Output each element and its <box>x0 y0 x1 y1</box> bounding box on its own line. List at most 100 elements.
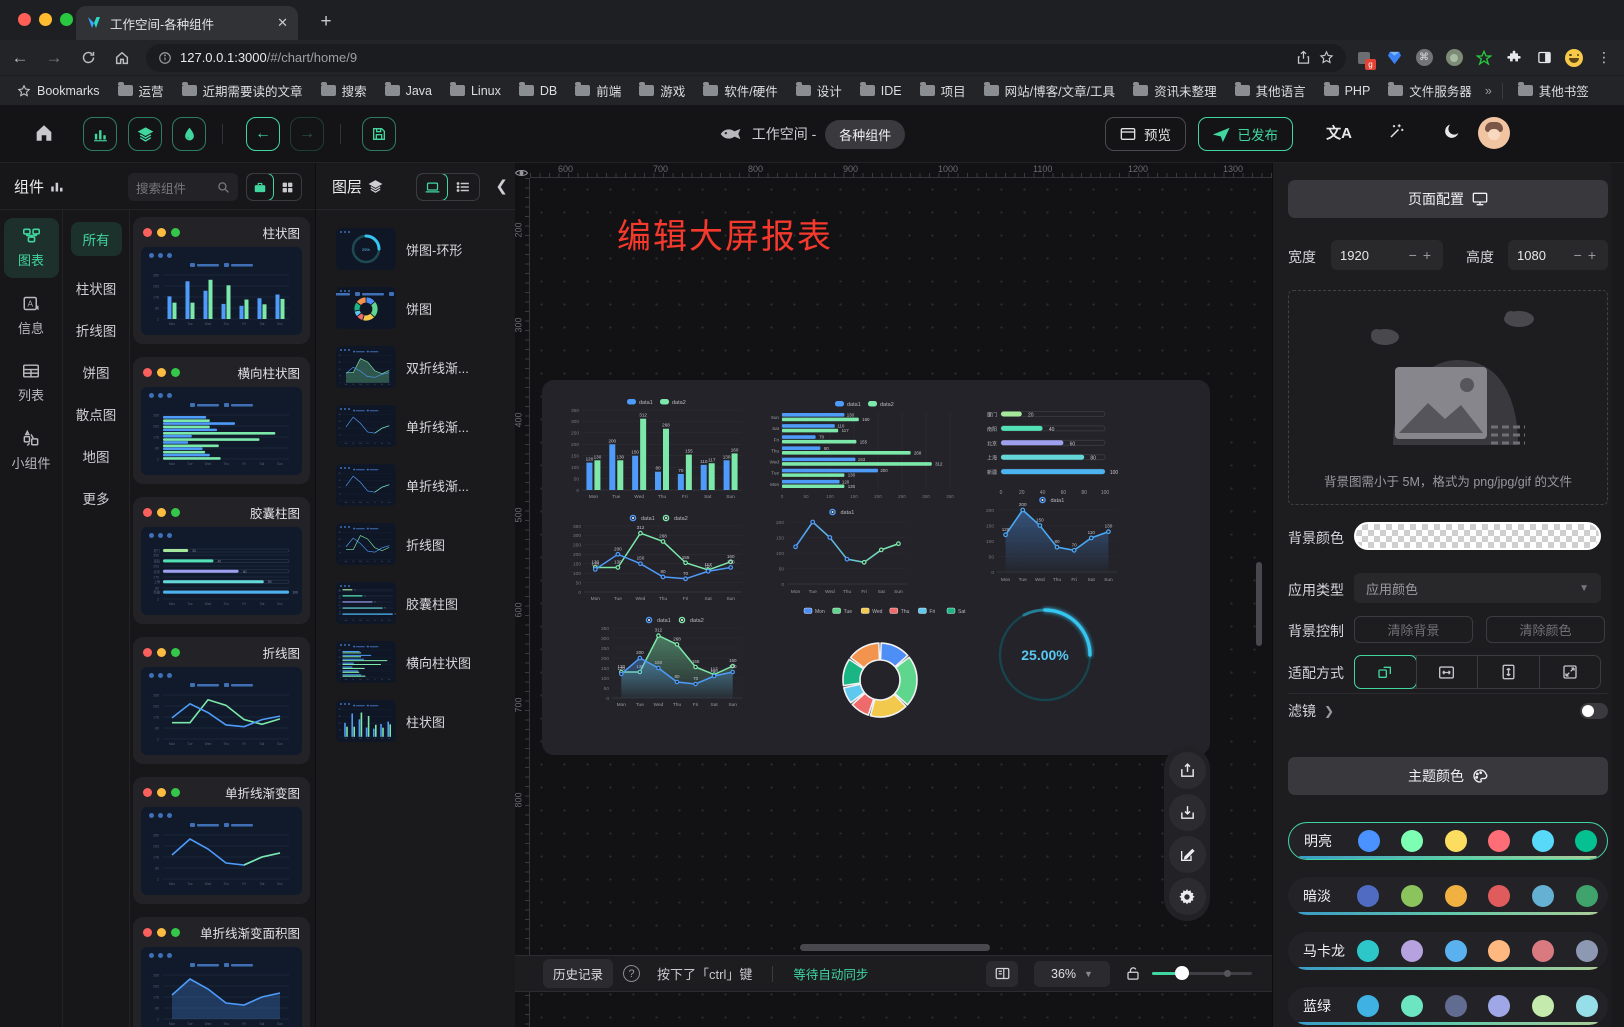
fit-stretch-button[interactable] <box>1539 656 1601 688</box>
category-折线图[interactable]: 折线图 <box>76 320 117 340</box>
bookmark-item[interactable]: 文件服务器 <box>1381 78 1479 103</box>
theme-color-dot[interactable] <box>1357 995 1379 1017</box>
bookmark-item[interactable]: Java <box>378 81 439 101</box>
bookmark-item[interactable]: 项目 <box>913 78 973 103</box>
extension-star-icon[interactable] <box>1474 48 1494 68</box>
undo-button[interactable]: ← <box>246 117 280 151</box>
extension-gem-icon[interactable] <box>1384 48 1404 68</box>
ruler-eye-icon[interactable] <box>515 163 530 178</box>
tab-close-icon[interactable]: ✕ <box>277 15 288 31</box>
collapse-layers-icon[interactable]: ❮ <box>495 177 508 195</box>
bookmark-item[interactable]: 其他书签 <box>1511 78 1596 103</box>
history-button[interactable]: 历史记录 <box>543 959 613 988</box>
theme-row-暗淡[interactable]: 暗淡 <box>1288 877 1608 915</box>
height-plus-icon[interactable]: + <box>1585 247 1599 263</box>
bookmark-item[interactable]: IDE <box>853 81 909 101</box>
browser-tab[interactable]: 工作空间-各种组件 ✕ <box>76 6 298 40</box>
bookmark-item[interactable]: Bookmarks <box>10 81 107 101</box>
height-stepper[interactable]: 1080−+ <box>1508 240 1608 270</box>
category-所有[interactable]: 所有 <box>71 222 122 256</box>
theme-color-dot[interactable] <box>1488 885 1510 907</box>
category-散点图[interactable]: 散点图 <box>76 404 117 424</box>
theme-color-dot[interactable] <box>1576 995 1598 1017</box>
page-config-header[interactable]: 页面配置 <box>1288 180 1608 218</box>
bookmark-item[interactable]: PHP <box>1317 81 1378 101</box>
chart-line-single[interactable]: data1050100150200MonTueWedThuFriSatSun <box>765 502 915 602</box>
theme-color-dot[interactable] <box>1445 995 1467 1017</box>
help-icon[interactable]: ? <box>623 965 640 982</box>
theme-color-dot[interactable] <box>1445 885 1467 907</box>
traffic-lights[interactable] <box>18 13 73 26</box>
theme-color-dot[interactable] <box>1532 940 1554 962</box>
canvas-heading-text[interactable]: 编辑大屏报表 <box>617 209 833 258</box>
bookmark-item[interactable]: 其他语言 <box>1228 78 1313 103</box>
fit-width-button[interactable] <box>1416 656 1478 688</box>
bookmark-item[interactable]: 近期需要读的文章 <box>175 78 310 103</box>
component-card-单折线渐变图[interactable]: 单折线渐变图350263176892MonTueWedThuFriSatSun <box>133 777 310 904</box>
bookmark-item[interactable]: Linux <box>443 81 508 101</box>
layer-item[interactable]: 350263176892MonTueWedThuFriSatSun双折线渐... <box>336 346 469 388</box>
layer-item[interactable]: 350263176892MonTueWedThuFriSatSun厦门20南阳4… <box>336 582 458 624</box>
component-card-横向柱状图[interactable]: 横向柱状图350263176892MonTueWedThuFriSatSun <box>133 357 310 484</box>
fit-height-button[interactable] <box>1477 656 1539 688</box>
layer-item[interactable]: 350263176892MonTueWedThuFriSatSun折线图 <box>336 523 445 565</box>
layer-item[interactable]: 350263176892MonTueWedThuFriSatSun横向柱状图 <box>336 641 471 683</box>
dark-mode-moon-icon[interactable] <box>1443 122 1461 140</box>
maximize-window-button[interactable] <box>60 13 73 26</box>
zoom-slider[interactable] <box>1152 972 1252 975</box>
theme-color-dot[interactable] <box>1532 885 1554 907</box>
theme-color-dot[interactable] <box>1357 940 1379 962</box>
layer-item[interactable]: 饼图 <box>336 287 432 329</box>
component-card-柱状图[interactable]: 柱状图350263176892MonTueWedThuFriSatSun <box>133 217 310 344</box>
settings-gear-button[interactable] <box>1169 878 1206 915</box>
settings-scrollbar-gutter[interactable] <box>1611 163 1624 1027</box>
canvas-area[interactable]: 6007008009001000110012001300 20030040050… <box>515 163 1272 1027</box>
grid-view-toggle[interactable] <box>273 174 301 200</box>
theme-color-dot[interactable] <box>1358 830 1380 852</box>
layer-item[interactable]: 350263176892MonTueWedThuFriSatSun单折线渐... <box>336 405 469 447</box>
fit-scale-button[interactable] <box>1354 655 1417 689</box>
bookmark-item[interactable]: 网站/博客/文章/工具 <box>977 78 1122 103</box>
category-地图[interactable]: 地图 <box>83 446 110 466</box>
project-name-badge[interactable]: 各种组件 <box>825 120 905 149</box>
sidebar-item-小组件[interactable]: 小组件 <box>4 421 59 481</box>
save-button[interactable] <box>362 117 396 151</box>
import-download-button[interactable] <box>1169 794 1206 831</box>
layer-item[interactable]: 25%饼图-环形 <box>336 228 462 270</box>
theme-color-dot[interactable] <box>1575 830 1597 852</box>
chart-capsule[interactable]: 厦门20南阳40北京60上海80新疆100020406080100 <box>975 402 1125 502</box>
layer-item[interactable]: 350263176892MonTueWedThuFriSatSun柱状图 <box>336 700 445 742</box>
publish-button[interactable]: 已发布 <box>1198 117 1294 151</box>
theme-color-dot[interactable] <box>1576 885 1598 907</box>
back-icon[interactable]: ← <box>6 44 34 72</box>
background-upload-dropzone[interactable]: 背景图需小于 5M，格式为 png/jpg/gif 的文件 <box>1288 290 1608 505</box>
theme-color-dot[interactable] <box>1488 995 1510 1017</box>
sidepanel-icon[interactable] <box>1534 48 1554 68</box>
edit-button[interactable] <box>1169 836 1206 873</box>
bookmark-item[interactable]: DB <box>512 81 564 101</box>
theme-color-dot[interactable] <box>1532 830 1554 852</box>
component-card-胶囊柱图[interactable]: 胶囊柱图350263176892MonTueWedThuFriSatSun厦门2… <box>133 497 310 624</box>
theme-color-dot[interactable] <box>1401 830 1423 852</box>
width-minus-icon[interactable]: − <box>1406 247 1420 263</box>
single-view-toggle[interactable] <box>246 173 274 201</box>
theme-color-dot[interactable] <box>1401 940 1423 962</box>
chart-line-dual[interactable]: data1data2050100150200250300350130130312… <box>562 510 750 608</box>
chart-line-area-dual[interactable]: data1data2050100150200250300350130130312… <box>590 612 750 716</box>
chart-progress-ring[interactable]: 25.00% <box>982 592 1108 718</box>
theme-color-dot[interactable] <box>1445 830 1467 852</box>
share-icon[interactable] <box>1296 50 1311 65</box>
address-bar[interactable]: 127.0.0.1:3000/#/chart/home/9 <box>146 44 1346 72</box>
home-icon[interactable] <box>108 44 136 72</box>
layer-item[interactable]: 350263176892MonTueWedThuFriSatSun单折线渐... <box>336 464 469 506</box>
chart-line-gradient[interactable]: data10501001502001202001508070110130MonT… <box>975 492 1125 592</box>
list-view-toggle[interactable] <box>447 174 479 200</box>
category-饼图[interactable]: 饼图 <box>83 362 110 382</box>
theme-color-dot[interactable] <box>1401 995 1423 1017</box>
chart-donut[interactable]: MonTueWedThuFriSatSun <box>792 602 968 727</box>
theme-color-dot[interactable] <box>1488 940 1510 962</box>
layout-panel-button[interactable] <box>986 961 1018 987</box>
search-input[interactable]: 搜索组件 <box>128 173 238 201</box>
theme-color-dot[interactable] <box>1576 940 1598 962</box>
new-tab-button[interactable]: + <box>312 8 340 36</box>
